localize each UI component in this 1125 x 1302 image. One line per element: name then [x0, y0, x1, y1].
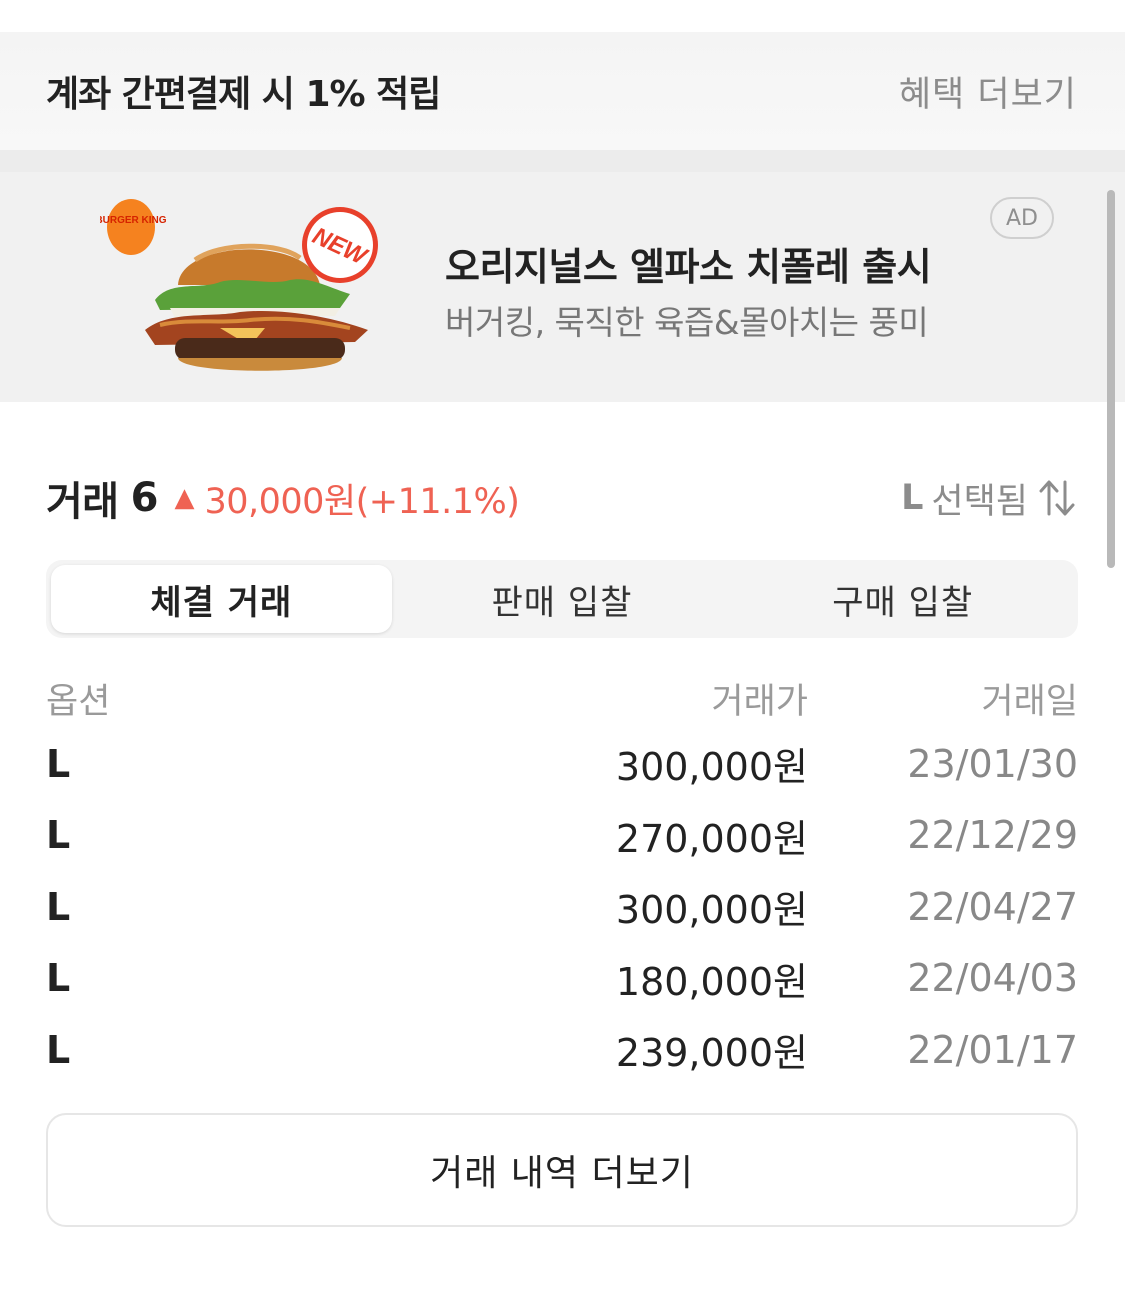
- tab-buy-bids[interactable]: 구매 입찰: [732, 565, 1073, 633]
- triangle-up-icon: ▲: [174, 483, 195, 513]
- table-header: 옵션 거래가 거래일: [46, 668, 1078, 728]
- row-price: 270,000원: [615, 816, 808, 861]
- benefit-title: 계좌 간편결제 시 1% 적립: [46, 74, 441, 115]
- header-date: 거래일: [981, 681, 1078, 722]
- trade-count: 6: [130, 475, 159, 521]
- sort-arrows-icon: [1039, 480, 1075, 516]
- header-price: 거래가: [711, 681, 808, 722]
- tab-concluded-trades[interactable]: 체결 거래: [51, 565, 392, 633]
- row-date: 23/01/30: [907, 741, 1078, 786]
- row-price: 300,000원: [615, 745, 808, 790]
- selected-option-label: 선택됨: [931, 481, 1028, 522]
- trade-header: 거래 6 ▲ 30,000원(+11.1%) L 선택됨: [46, 470, 1076, 526]
- row-option: L: [46, 1027, 71, 1072]
- row-price: 300,000원: [615, 888, 808, 933]
- scrollbar[interactable]: [1107, 190, 1115, 568]
- ad-title[interactable]: 오리지널스 엘파소 치폴레 출시: [445, 236, 932, 291]
- benefit-more-link[interactable]: 혜택 더보기: [899, 66, 1077, 117]
- option-selector[interactable]: L 선택됨: [901, 473, 1076, 524]
- row-price: 180,000원: [615, 959, 808, 1004]
- more-trades-button[interactable]: 거래 내역 더보기: [46, 1113, 1078, 1227]
- selected-option-size: L: [901, 478, 924, 518]
- row-option: L: [46, 884, 71, 929]
- ad-badge: AD: [990, 197, 1054, 239]
- trade-tabs: 체결 거래 판매 입찰 구매 입찰: [46, 560, 1078, 638]
- table-row: L 239,000원 22/01/17: [46, 1014, 1078, 1086]
- row-option: L: [46, 956, 71, 1001]
- trade-table: 옵션 거래가 거래일 L 300,000원 23/01/30 L 270,000…: [46, 668, 1078, 1086]
- row-date: 22/01/17: [907, 1027, 1078, 1072]
- trade-title: 거래: [46, 479, 119, 525]
- price-change: 30,000원(+11.1%): [204, 481, 520, 522]
- tab-sell-bids[interactable]: 판매 입찰: [392, 565, 733, 633]
- row-option: L: [46, 813, 71, 858]
- section-divider: [0, 150, 1125, 172]
- row-date: 22/04/27: [907, 884, 1078, 929]
- logo-text-burger: BURGER KING: [100, 215, 167, 226]
- table-row: L 270,000원 22/12/29: [46, 800, 1078, 872]
- row-price: 239,000원: [615, 1031, 808, 1076]
- benefit-bar[interactable]: 계좌 간편결제 시 1% 적립 혜택 더보기: [0, 32, 1125, 150]
- table-row: L 180,000원 22/04/03: [46, 943, 1078, 1015]
- ad-subtitle: 버거킹, 묵직한 육즙&몰아치는 풍미: [445, 303, 929, 342]
- table-row: L 300,000원 23/01/30: [46, 728, 1078, 800]
- new-badge-icon: NEW: [302, 207, 378, 283]
- row-date: 22/04/03: [907, 956, 1078, 1001]
- header-option: 옵션: [46, 681, 111, 722]
- row-date: 22/12/29: [907, 813, 1078, 858]
- table-row: L 300,000원 22/04/27: [46, 871, 1078, 943]
- burger-king-logo-icon: BURGER KING: [100, 199, 167, 255]
- burger-ad-image[interactable]: BURGER KING NEW: [100, 190, 390, 380]
- row-option: L: [46, 741, 71, 786]
